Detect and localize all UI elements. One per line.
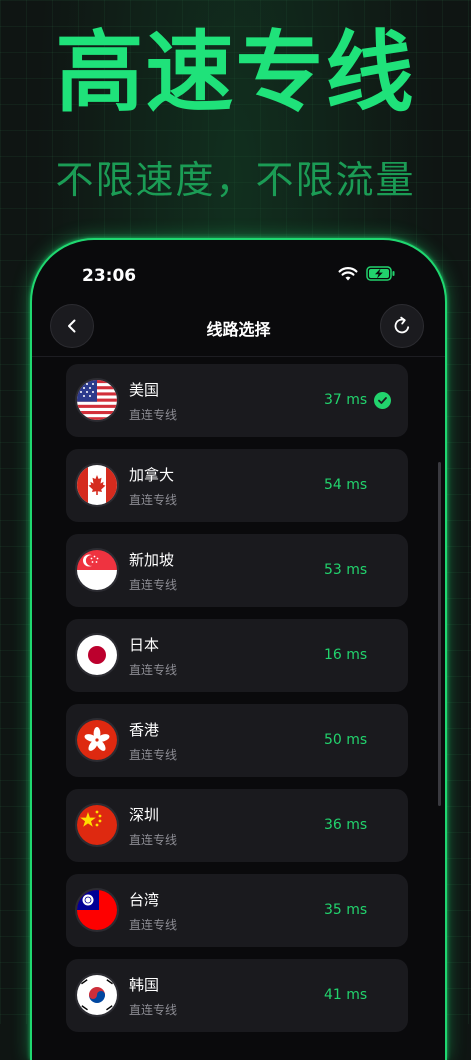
route-name: 深圳 [129, 806, 160, 824]
route-item-us[interactable]: 美国 直连专线 37 ms [66, 364, 408, 437]
route-type: 直连专线 [129, 833, 178, 847]
route-ping: 53 ms [324, 562, 368, 578]
hero-subtitle: 不限速度，不限流量 [55, 158, 416, 202]
jp-flag-icon [77, 635, 117, 675]
us-flag-icon [77, 380, 117, 420]
route-name: 日本 [129, 636, 160, 654]
route-item-cn[interactable]: 深圳 直连专线 36 ms [66, 789, 408, 862]
route-type: 直连专线 [129, 1003, 178, 1017]
status-time: 23:06 [82, 266, 137, 286]
route-name: 美国 [129, 381, 160, 399]
route-type: 直连专线 [129, 578, 178, 592]
route-item-kr[interactable]: 韩国 直连专线 41 ms [66, 959, 408, 1032]
route-ping: 37 ms [324, 392, 368, 408]
hk-flag-icon [77, 720, 117, 760]
battery-charging-icon [366, 266, 395, 281]
status-bar: 23:06 [32, 240, 445, 310]
route-item-tw[interactable]: 台湾 直连专线 35 ms [66, 874, 408, 947]
tw-flag-icon [77, 890, 117, 930]
phone-frame: 23:06 线路选择 美国 直连专线 37 ms 加拿大 直连专线 54 ms … [30, 238, 447, 1060]
route-type: 直连专线 [129, 918, 178, 932]
check-icon [374, 392, 391, 409]
refresh-icon [394, 316, 410, 334]
route-name: 加拿大 [129, 466, 175, 484]
route-ping: 50 ms [324, 732, 368, 748]
route-item-sg[interactable]: 新加坡 直连专线 53 ms [66, 534, 408, 607]
route-ping: 16 ms [324, 647, 368, 663]
wifi-icon [338, 267, 358, 281]
route-name: 韩国 [129, 976, 160, 994]
scrollbar[interactable] [438, 462, 441, 806]
refresh-button[interactable] [380, 304, 424, 348]
route-item-jp[interactable]: 日本 直连专线 16 ms [66, 619, 408, 692]
header-divider [32, 356, 445, 357]
route-item-hk[interactable]: 香港 直连专线 50 ms [66, 704, 408, 777]
hero-title: 高速专线 [55, 21, 416, 124]
route-type: 直连专线 [129, 663, 178, 677]
route-item-ca[interactable]: 加拿大 直连专线 54 ms [66, 449, 408, 522]
route-name: 台湾 [129, 891, 160, 909]
route-type: 直连专线 [129, 408, 178, 422]
cn-flag-icon [77, 805, 117, 845]
route-list: 美国 直连专线 37 ms 加拿大 直连专线 54 ms 新加坡 直连专线 53… [66, 364, 408, 1044]
route-type: 直连专线 [129, 493, 178, 507]
ca-flag-icon [77, 465, 117, 505]
route-ping: 41 ms [324, 987, 368, 1003]
route-name: 香港 [129, 721, 160, 739]
route-ping: 36 ms [324, 817, 368, 833]
sg-flag-icon [77, 550, 117, 590]
route-ping: 35 ms [324, 902, 368, 918]
nav-bar: 线路选择 [32, 302, 445, 354]
kr-flag-icon [77, 975, 117, 1015]
route-ping: 54 ms [324, 477, 368, 493]
route-type: 直连专线 [129, 748, 178, 762]
route-name: 新加坡 [129, 551, 175, 569]
